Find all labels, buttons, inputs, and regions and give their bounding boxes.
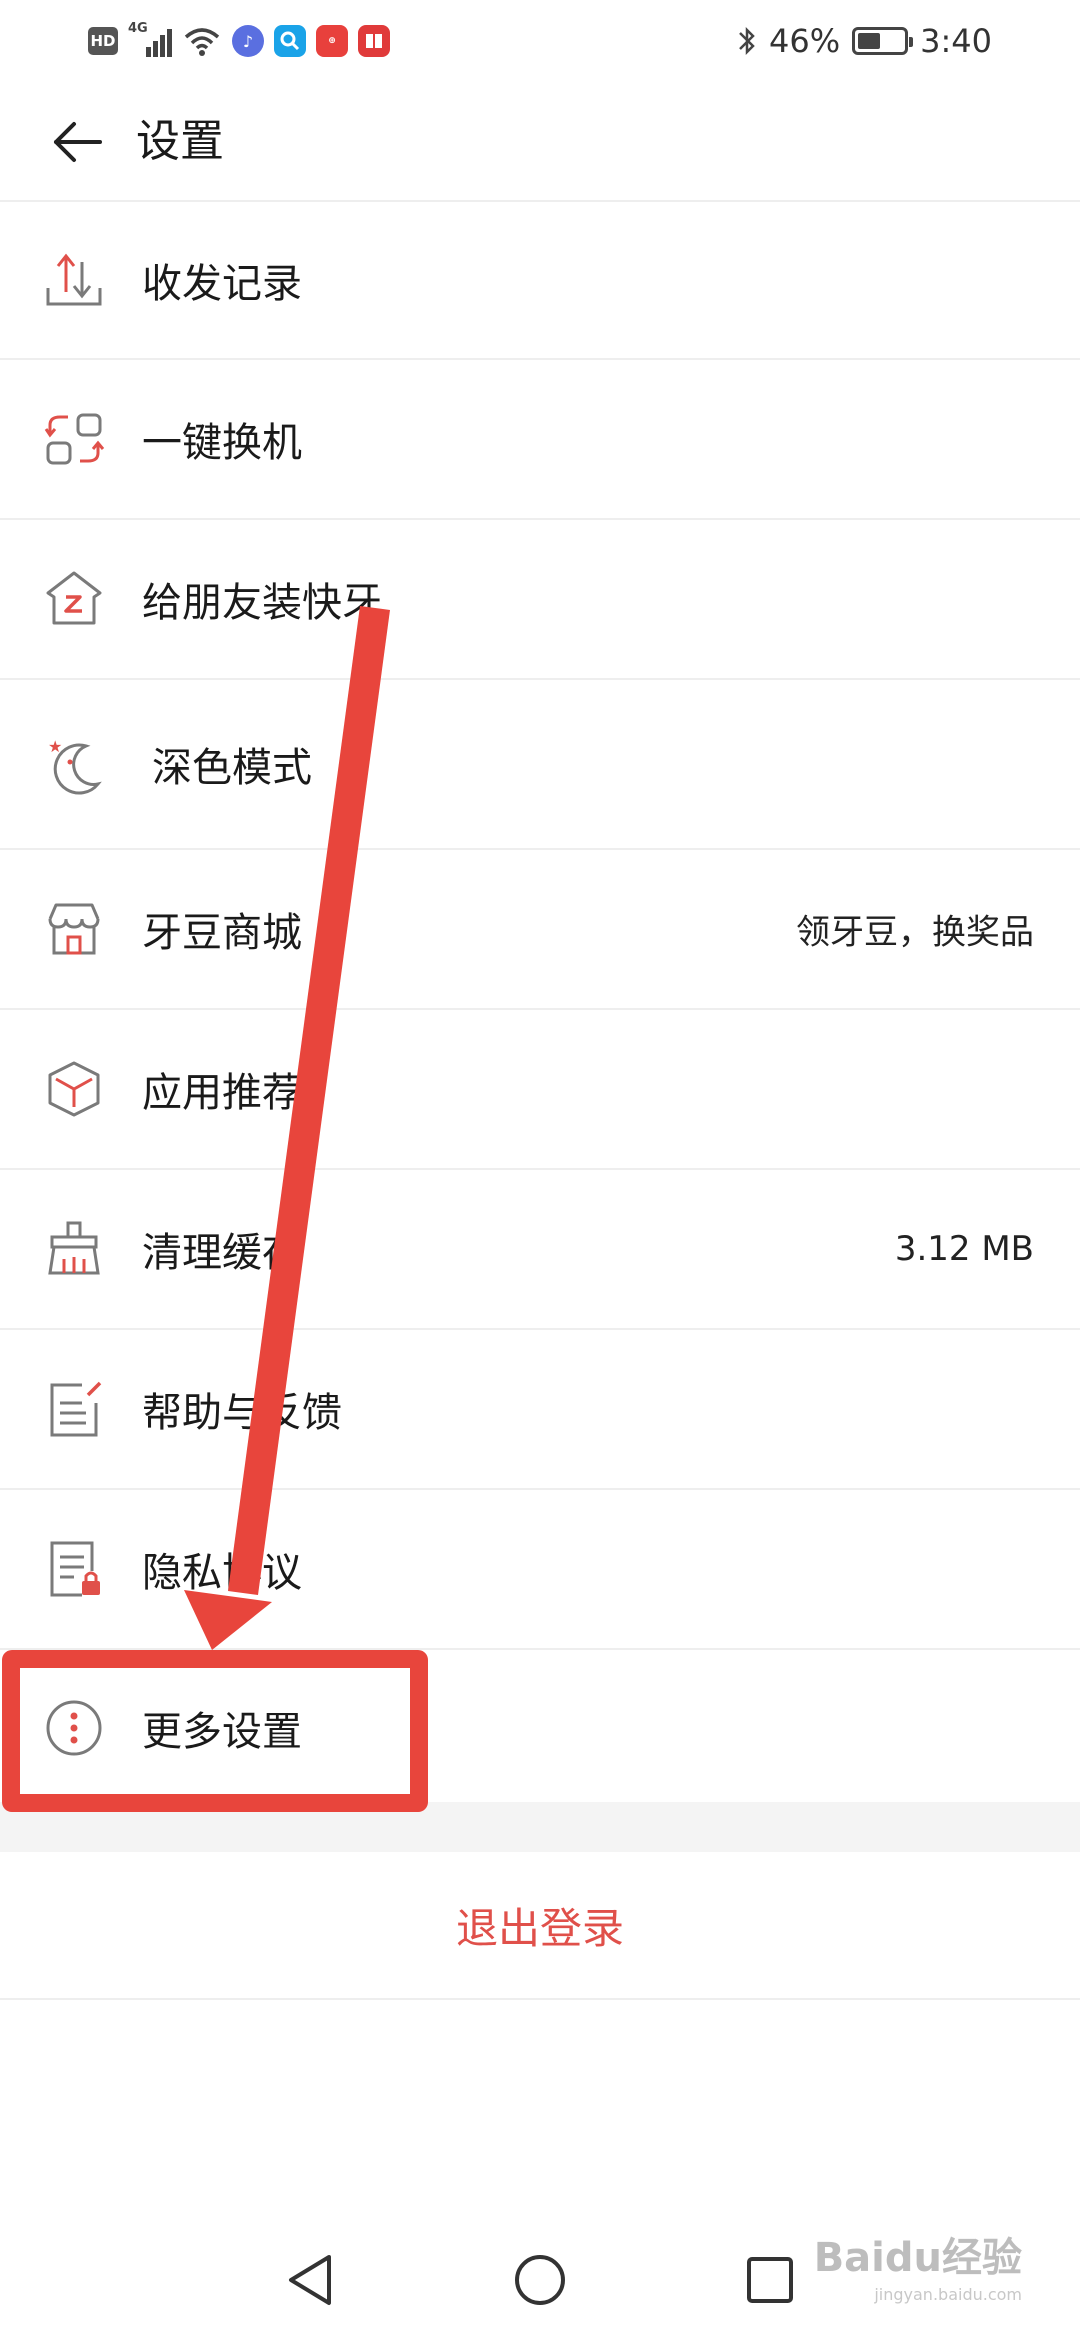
huawei-appgallery-icon: ⊕ (316, 25, 348, 57)
settings-item-app-recommend[interactable]: 应用推荐 (0, 1010, 1080, 1170)
settings-item-store[interactable]: 牙豆商城 领牙豆，换奖品 (0, 850, 1080, 1010)
store-promo-text: 领牙豆，换奖品 (796, 912, 1034, 953)
settings-item-dark-mode[interactable]: ★ 深色模式 (0, 680, 1080, 850)
settings-item-clean-cache[interactable]: 清理缓存 3.12 MB (0, 1170, 1080, 1330)
books-app-icon (358, 25, 390, 57)
settings-list: 收发记录 一键换机 给朋友装快牙 ★ 深色模式 牙豆商城 领牙豆，换奖品 应用推… (0, 202, 1080, 1806)
settings-item-help-feedback[interactable]: 帮助与反馈 (0, 1330, 1080, 1490)
settings-item-label: 应用推荐 (142, 1070, 302, 1116)
settings-item-privacy-policy[interactable]: 隐私协议 (0, 1490, 1080, 1650)
settings-item-label: 给朋友装快牙 (142, 580, 382, 626)
logout-label: 退出登录 (455, 1903, 624, 1953)
nav-home-button[interactable] (508, 2248, 572, 2312)
back-arrow-icon (54, 122, 102, 162)
install-for-friend-icon (46, 571, 102, 625)
baidu-watermark-url: jingyan.baidu.com (874, 2285, 1022, 2304)
settings-item-phone-clone[interactable]: 一键换机 (0, 360, 1080, 520)
store-icon (48, 903, 100, 955)
wifi-icon (184, 28, 220, 56)
phone-clone-icon (44, 413, 105, 465)
page-title: 设置 (136, 116, 224, 167)
help-feedback-icon (50, 1381, 102, 1437)
status-bar: HD 4G ♪ ⊕ 46% 3:40 (0, 0, 1080, 82)
search-app-icon (274, 25, 306, 57)
transfer-record-icon (46, 253, 102, 306)
privacy-policy-icon (50, 1541, 100, 1597)
settings-item-label: 清理缓存 (142, 1230, 302, 1276)
back-button[interactable] (46, 112, 110, 172)
battery-percent: 46% (769, 22, 841, 60)
nav-back-icon (289, 2255, 331, 2305)
logout-button[interactable]: 退出登录 (0, 1852, 1080, 2000)
settings-item-transfer-record[interactable]: 收发记录 (0, 202, 1080, 360)
status-bar-left: HD 4G ♪ ⊕ (88, 18, 390, 64)
clock: 3:40 (920, 22, 992, 60)
svg-text:★: ★ (48, 737, 62, 756)
settings-item-label: 一键换机 (142, 420, 302, 466)
app-recommend-box-icon (48, 1061, 100, 1117)
settings-item-label: 隐私协议 (142, 1550, 302, 1596)
baidu-watermark: Baidu经验 (813, 2235, 1022, 2281)
cellular-signal-icon: 4G (128, 21, 172, 59)
settings-item-label: 帮助与反馈 (142, 1390, 342, 1436)
settings-item-label: 深色模式 (152, 745, 312, 791)
settings-item-install-for-friend[interactable]: 给朋友装快牙 (0, 520, 1080, 680)
battery-icon (852, 27, 914, 55)
nav-recents-icon (747, 2257, 793, 2303)
settings-item-label: 牙豆商城 (142, 910, 302, 956)
nav-home-icon (515, 2255, 565, 2305)
app-header: 设置 (0, 82, 1080, 202)
hd-badge: HD (88, 27, 118, 55)
status-bar-right: 46% 3:40 (737, 18, 992, 64)
cache-size: 3.12 MB (894, 1229, 1034, 1269)
annotation-highlight-box (2, 1650, 428, 1812)
bluetooth-icon (739, 26, 755, 56)
settings-item-label: 收发记录 (142, 261, 302, 307)
music-app-icon: ♪ (232, 25, 264, 57)
clean-cache-broom-icon (48, 1221, 100, 1275)
nav-back-button[interactable] (278, 2248, 342, 2312)
dark-mode-moon-icon: ★ (48, 737, 102, 795)
nav-recents-button[interactable] (738, 2248, 802, 2312)
